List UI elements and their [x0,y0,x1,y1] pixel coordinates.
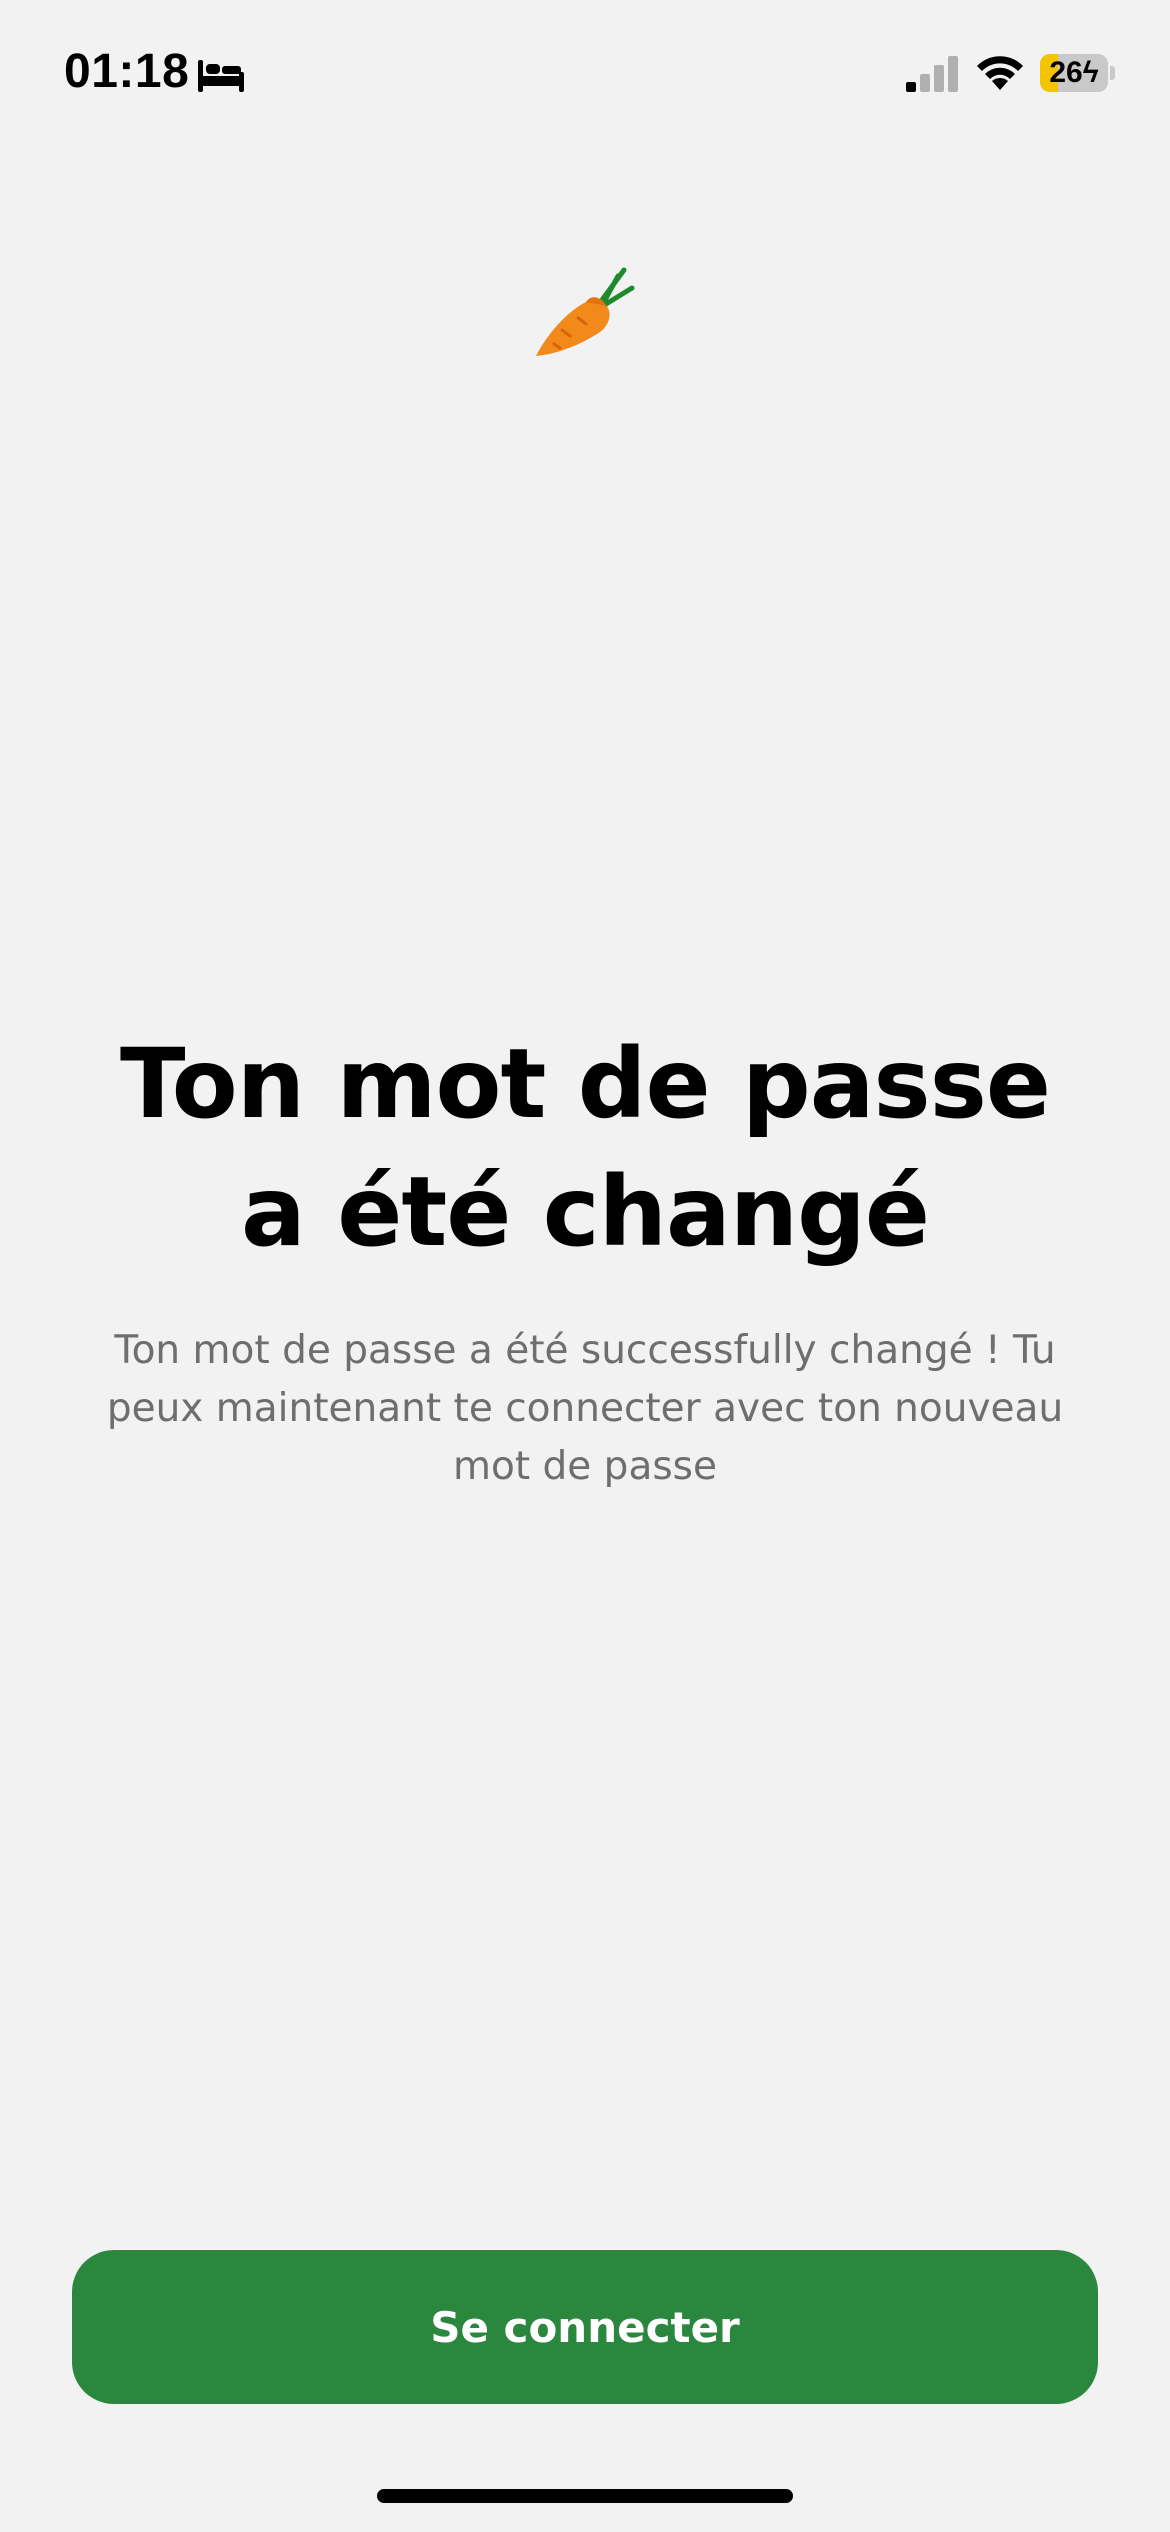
home-indicator[interactable] [377,2489,793,2503]
wifi-icon [977,56,1023,90]
battery-charging-icon: 26ϟ [1040,54,1115,94]
status-time: 01:18 [64,45,190,98]
bed-icon [198,60,244,92]
charging-bolt-icon: ϟ [1082,56,1099,89]
cellular-signal-icon [906,56,958,92]
page-description: Ton mot de passe a été successfully chan… [106,1328,1064,1489]
status-bar: 01:18 26ϟ [0,0,1170,150]
battery-level-text: 26ϟ [1049,56,1099,89]
login-button[interactable]: Se connecter [72,2250,1098,2404]
carrot-icon [536,267,635,356]
page-title: Ton mot de passe a été changé [120,1028,1051,1268]
